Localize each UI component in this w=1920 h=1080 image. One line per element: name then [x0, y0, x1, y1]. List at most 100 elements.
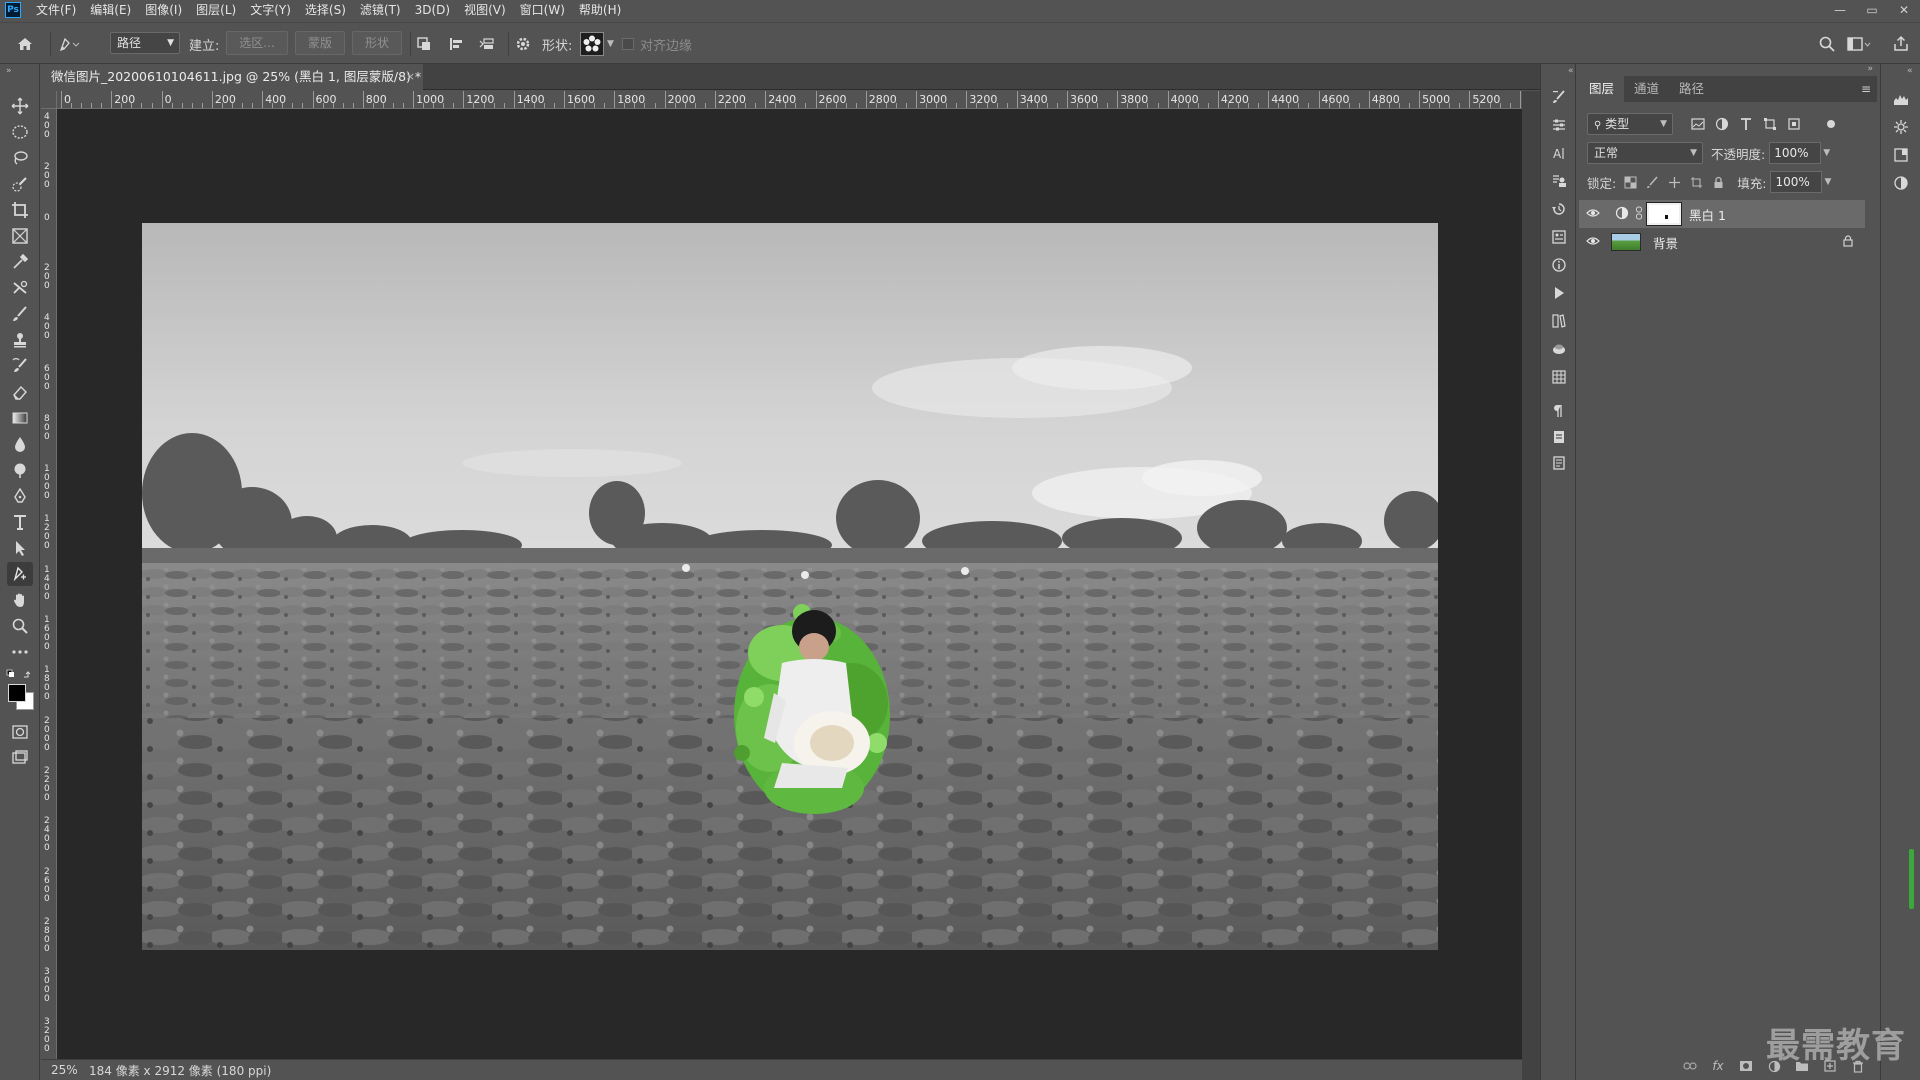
menu-filter[interactable]: 滤镜(T) [353, 0, 408, 20]
menu-file[interactable]: 文件(F) [29, 0, 83, 20]
learn-icon[interactable] [1889, 144, 1913, 166]
minimize-button[interactable]: — [1824, 0, 1856, 20]
hand-tool-icon[interactable] [7, 588, 33, 612]
mask-icon[interactable] [1737, 1057, 1755, 1075]
frame-tool-icon[interactable] [7, 224, 33, 248]
vertical-ruler[interactable]: 4002000200400600800100012001400160018002… [41, 109, 57, 1059]
eyedropper-tool-icon[interactable] [7, 250, 33, 274]
align-edges-checkbox[interactable]: 对齐边缘 [622, 23, 692, 65]
home-icon[interactable] [16, 23, 34, 65]
history-icon[interactable] [1547, 198, 1571, 220]
layer-row-background[interactable]: 背景 [1579, 228, 1865, 256]
pixel-filter-icon[interactable] [1691, 117, 1705, 131]
chevron-down-icon[interactable]: ▼ [1823, 148, 1830, 158]
info-icon[interactable] [1547, 254, 1571, 276]
lock-transparent-pixels-icon[interactable] [1624, 176, 1637, 189]
blend-mode-select[interactable]: 正常 ▼ [1587, 142, 1703, 164]
layer-filter-select[interactable]: ⚲ 类型 ▼ [1587, 113, 1673, 135]
zoom-level[interactable]: 25% [51, 1063, 81, 1077]
tab-paths[interactable]: 路径 [1669, 76, 1714, 102]
tab-channels[interactable]: 通道 [1624, 76, 1669, 102]
type-tool-icon[interactable] [7, 510, 33, 534]
workspace-icon[interactable] [1846, 23, 1872, 65]
quick-selection-tool-icon[interactable] [7, 172, 33, 196]
panel-menu-icon[interactable]: ≡ [1861, 82, 1871, 96]
color-icon[interactable] [1889, 172, 1913, 194]
collapse-toolbar-icon[interactable]: » [6, 66, 12, 76]
search-icon[interactable] [1818, 23, 1836, 65]
document-image[interactable] [142, 223, 1438, 950]
opacity-input[interactable]: 100% [1769, 142, 1822, 164]
make-selection-button[interactable]: 选区... [226, 31, 288, 55]
layer-mask-thumbnail[interactable] [1646, 202, 1682, 226]
link-icon[interactable] [1681, 1057, 1699, 1075]
visibility-eye-icon[interactable] [1579, 235, 1607, 249]
collapse-panel-icon[interactable]: » [1867, 64, 1873, 74]
marquee-tool-icon[interactable] [7, 120, 33, 144]
quick-mask-icon[interactable] [7, 720, 33, 744]
layer-row-black-white[interactable]: 黑白 1 [1579, 200, 1865, 228]
glyphs-icon[interactable] [1547, 452, 1571, 474]
layer-name[interactable]: 背景 [1653, 233, 1678, 252]
visibility-eye-icon[interactable] [1579, 207, 1607, 221]
menu-edit[interactable]: 编辑(E) [83, 0, 138, 20]
path-arrangement-icon[interactable] [478, 23, 498, 65]
path-mode-select[interactable]: 路径 ▼ [110, 32, 180, 54]
layer-name[interactable]: 黑白 1 [1689, 205, 1726, 224]
share-icon[interactable] [1892, 23, 1910, 65]
menu-layer[interactable]: 图层(L) [189, 0, 243, 20]
paragraph-icon[interactable] [1547, 400, 1571, 422]
ruler-origin[interactable] [41, 91, 57, 109]
make-mask-button[interactable]: 蒙版 [295, 31, 345, 55]
foreground-color-swatch[interactable] [8, 684, 26, 702]
libraries-icon[interactable] [1547, 310, 1571, 332]
lock-position-icon[interactable] [1668, 176, 1681, 189]
menu-3d[interactable]: 3D(D) [408, 0, 457, 20]
eraser-tool-icon[interactable] [7, 380, 33, 404]
gradient-tool-icon[interactable] [7, 406, 33, 430]
lock-artboard-icon[interactable] [1690, 176, 1703, 189]
lock-image-pixels-icon[interactable] [1646, 176, 1659, 189]
more-tools-icon[interactable] [7, 640, 33, 664]
type-filter-icon[interactable] [1739, 117, 1753, 131]
menu-window[interactable]: 窗口(W) [513, 0, 572, 20]
dodge-tool-icon[interactable] [7, 458, 33, 482]
pen-tool-preset-icon[interactable] [58, 23, 80, 65]
menu-help[interactable]: 帮助(H) [572, 0, 628, 20]
adjustment-filter-icon[interactable] [1715, 117, 1729, 131]
custom-shape-tool-icon[interactable] [7, 562, 33, 586]
brush-settings-icon[interactable] [1547, 86, 1571, 108]
zoom-tool-icon[interactable] [7, 614, 33, 638]
screen-mode-icon[interactable] [7, 746, 33, 770]
chevron-down-icon[interactable]: ▼ [1824, 177, 1831, 187]
close-document-icon[interactable]: × [406, 64, 415, 90]
3d-icon[interactable] [1547, 338, 1571, 360]
histogram-icon[interactable] [1889, 88, 1913, 110]
healing-brush-tool-icon[interactable] [7, 276, 33, 300]
crop-tool-icon[interactable] [7, 198, 33, 222]
path-operations-icon[interactable] [415, 23, 433, 65]
path-selection-tool-icon[interactable] [7, 536, 33, 560]
horizontal-ruler[interactable]: 0 200 0 200 400 600 800 1000 1200 1400 1600 1800 200… [57, 91, 1561, 109]
document-info[interactable]: 184 像素 x 2912 像素 (180 ppi) [89, 1062, 271, 1079]
fill-input[interactable]: 100% [1770, 171, 1823, 193]
path-alignment-icon[interactable] [447, 23, 465, 65]
canvas-area[interactable] [57, 109, 1522, 1059]
collapse-right-dock-icon[interactable]: « [1907, 66, 1913, 76]
move-tool-icon[interactable] [7, 94, 33, 118]
tab-layers[interactable]: 图层 [1579, 76, 1625, 102]
blur-tool-icon[interactable] [7, 432, 33, 456]
make-shape-button[interactable]: 形状 [352, 31, 402, 55]
lasso-tool-icon[interactable] [7, 146, 33, 170]
brush-tool-icon[interactable] [7, 302, 33, 326]
lock-all-icon[interactable] [1712, 176, 1725, 189]
fx-icon[interactable]: fx [1709, 1057, 1727, 1075]
history-brush-tool-icon[interactable] [7, 354, 33, 378]
menu-view[interactable]: 视图(V) [457, 0, 513, 20]
shape-picker[interactable]: ▼ [580, 23, 614, 65]
paragraph-styles-icon[interactable] [1547, 170, 1571, 192]
character-icon[interactable]: A [1547, 142, 1571, 164]
scroll-indicator[interactable] [1909, 849, 1914, 909]
adjustments-icon[interactable] [1547, 114, 1571, 136]
vertical-scrollbar[interactable] [1522, 91, 1540, 1080]
